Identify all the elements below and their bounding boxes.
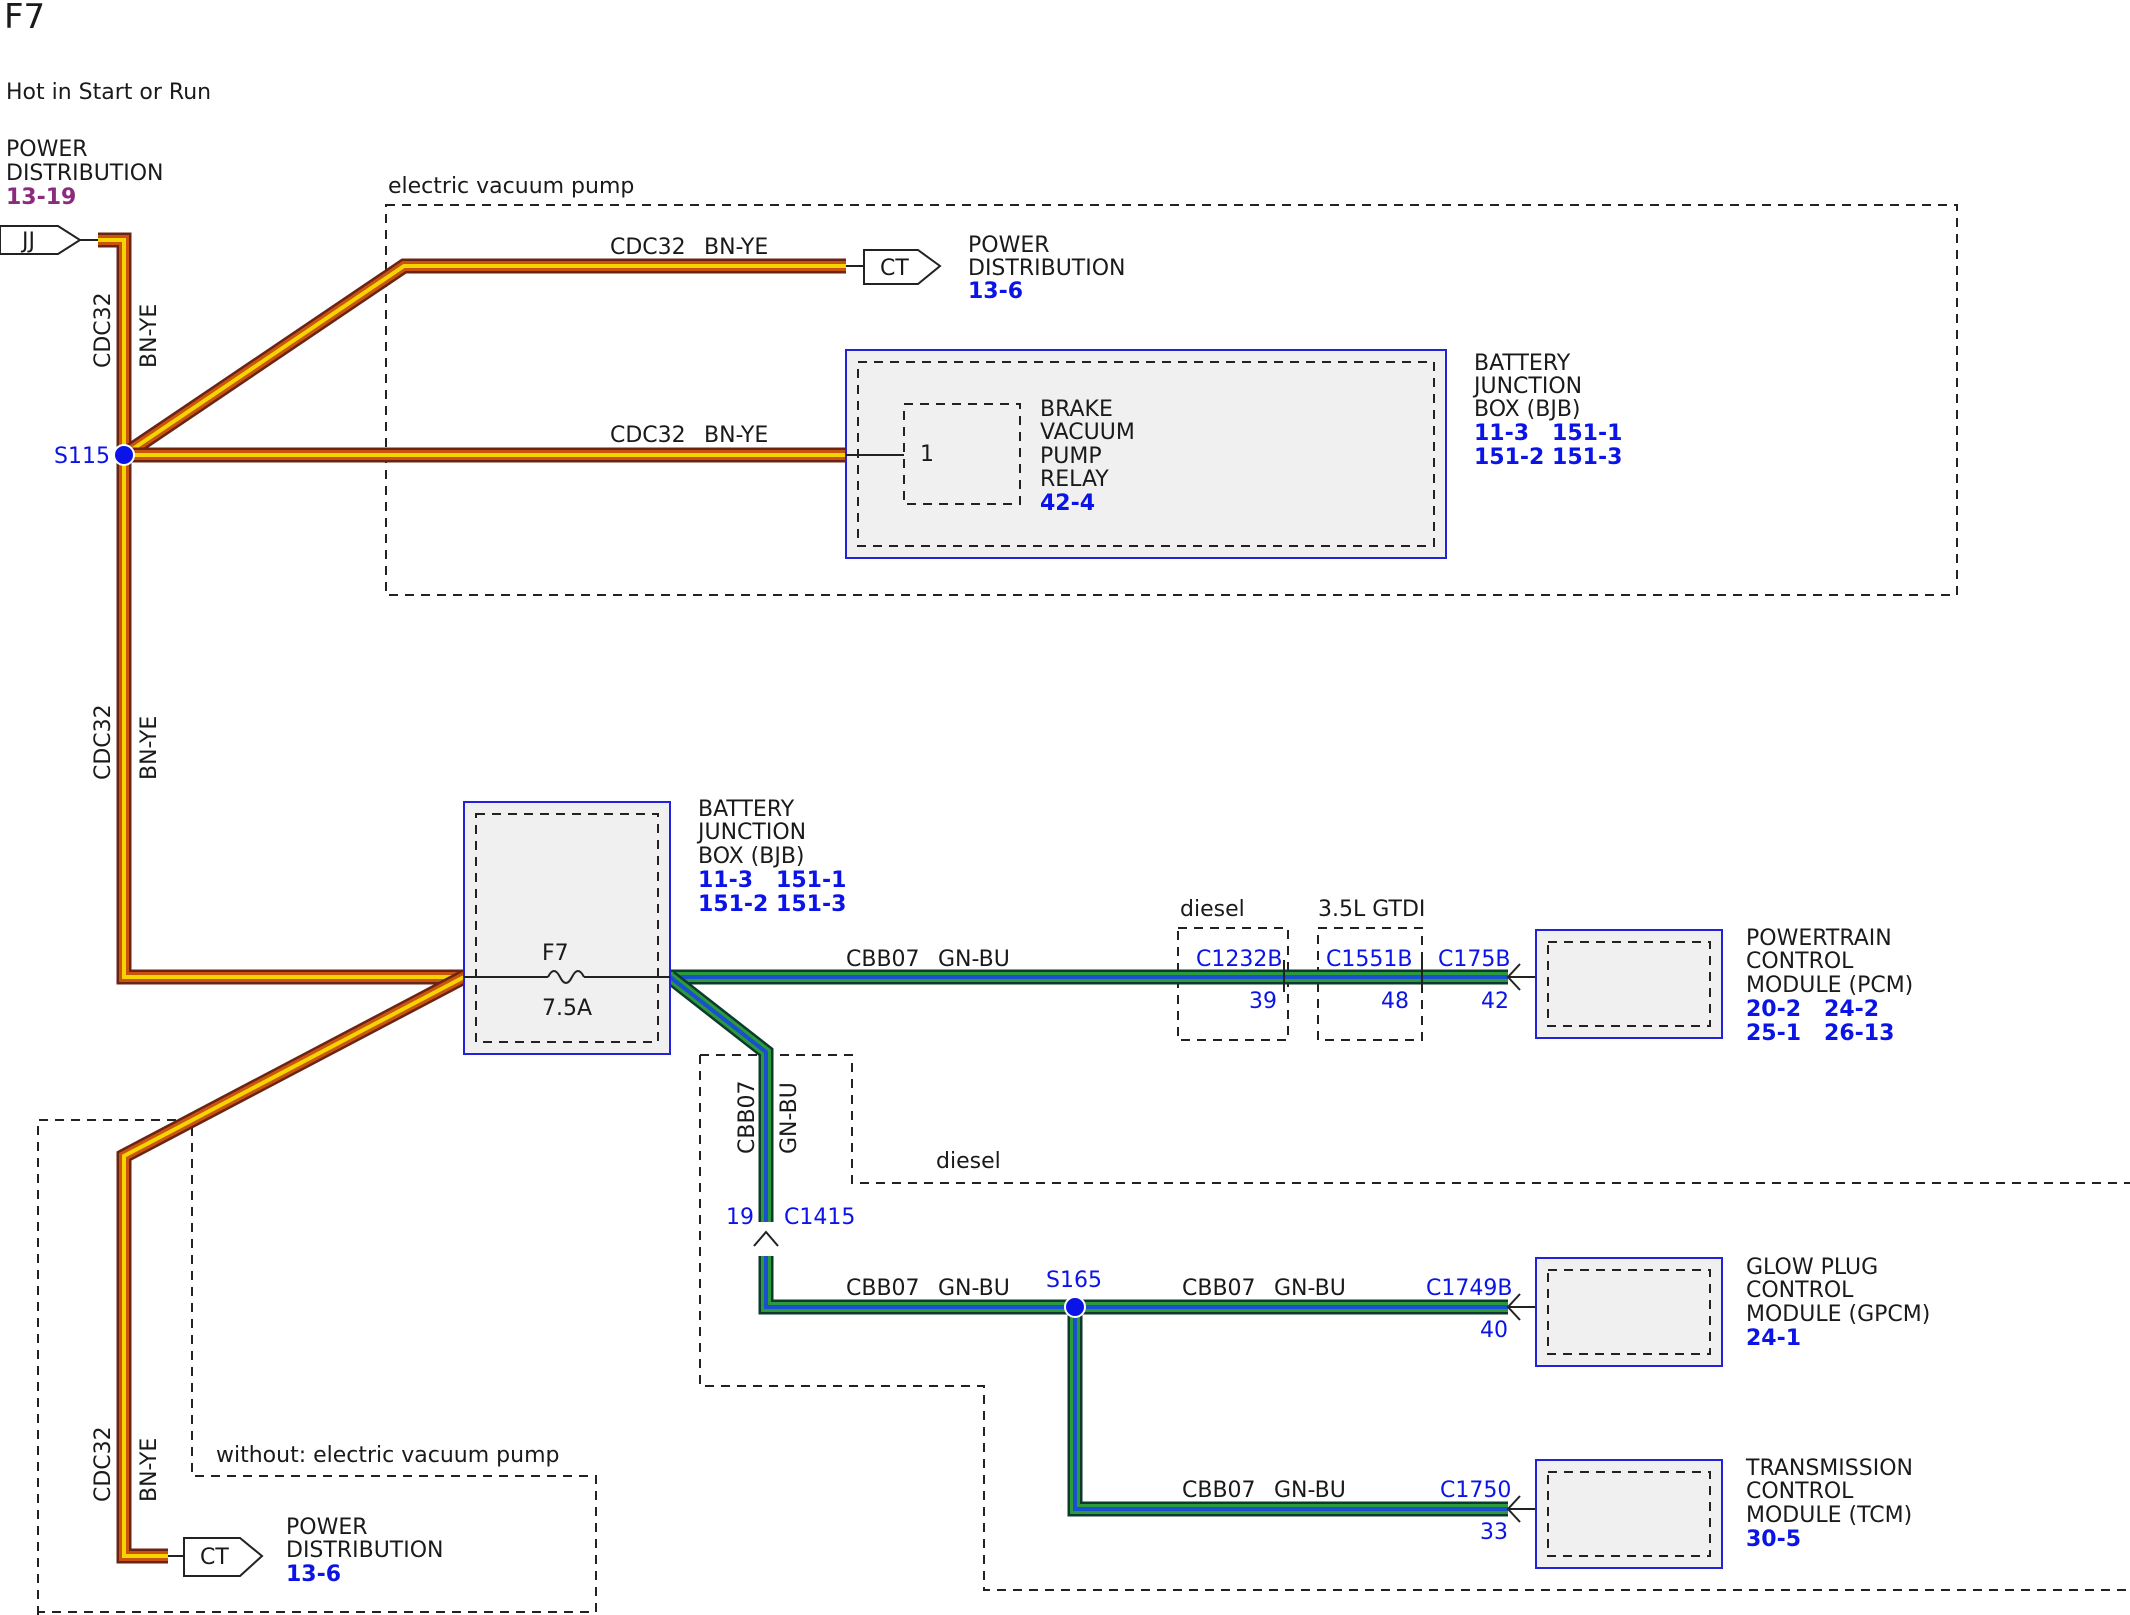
bjb-fuse-line3: BOX (BJB): [698, 844, 805, 869]
relay-label-line4: RELAY: [1040, 467, 1109, 492]
ct-bottom-ref[interactable]: 13-6: [286, 1562, 341, 1587]
label-electric-vacuum-pump: electric vacuum pump: [388, 174, 634, 199]
connector-jj-icon[interactable]: [0, 225, 82, 255]
bjb-fuse-line1: BATTERY: [698, 797, 795, 822]
bjb-fuse-refs-row1[interactable]: 11-3 151-1: [698, 868, 846, 893]
wire-label-bnye-ct-top: BN-YE: [704, 235, 768, 260]
wire-label-gnbu-s165: GN-BU: [938, 1276, 1010, 1301]
wire-label-bnye-relay: BN-YE: [704, 423, 768, 448]
connector-c1415-icon[interactable]: [753, 1230, 779, 1247]
tcm-module[interactable]: [1535, 1459, 1723, 1569]
pcm-refs-row1[interactable]: 20-2 24-2: [1746, 997, 1879, 1022]
wire-label-cdc32-bottom: CDC32: [91, 1426, 116, 1502]
pcm-module[interactable]: [1535, 929, 1723, 1039]
wire-label-cbb07-s165: CBB07: [846, 1276, 920, 1301]
pcm-connector-arrow-icon: [1506, 963, 1536, 991]
wire-label-cbb07-tcm: CBB07: [1182, 1478, 1256, 1503]
relay-label-line3: PUMP: [1040, 444, 1102, 469]
ct-top-connector-label: CT: [880, 256, 909, 281]
connector-c1232b-label: C1232B: [1196, 947, 1282, 972]
connector-c1232b-pin: 39: [1249, 989, 1277, 1014]
label-without-evp: without: electric vacuum pump: [216, 1443, 559, 1468]
pcm-line3: MODULE (PCM): [1746, 973, 1913, 998]
relay-label-line1: BRAKE: [1040, 397, 1113, 422]
tcm-line2: CONTROL: [1746, 1479, 1854, 1504]
bjb-fuse-line2: JUNCTION: [696, 820, 806, 845]
connector-c1749b-pin: 40: [1480, 1318, 1508, 1343]
ct-top-line2: DISTRIBUTION: [968, 256, 1126, 281]
label-gtdi: 3.5L GTDI: [1318, 897, 1425, 922]
wiring-diagram: F7 Hot in Start or Run electric vacuum p…: [0, 0, 2130, 1615]
wire-label-cdc32-ct-top: CDC32: [610, 235, 686, 260]
wire-cbb07-gn-bu: [665, 969, 1508, 1517]
pcm-line1: POWERTRAIN: [1746, 926, 1892, 951]
bjb-relay-refs-row2[interactable]: 151-2 151-3: [1474, 445, 1622, 470]
source-label-line1: POWER: [6, 137, 88, 162]
connector-jj-label: JJ: [20, 229, 35, 254]
gpcm-ref[interactable]: 24-1: [1746, 1326, 1801, 1351]
label-diesel-region: diesel: [936, 1149, 1001, 1174]
tcm-ref[interactable]: 30-5: [1746, 1527, 1801, 1552]
diagram-subtitle: Hot in Start or Run: [6, 80, 211, 105]
tcm-line1: TRANSMISSION: [1745, 1456, 1913, 1481]
bjb-relay-line2: JUNCTION: [1472, 374, 1582, 399]
wire-label-cbb07-pcm: CBB07: [846, 947, 920, 972]
connector-c1551b-label: C1551B: [1326, 947, 1412, 972]
ct-bottom-line2: DISTRIBUTION: [286, 1538, 444, 1563]
wire-label-cbb07-gpcm: CBB07: [1182, 1276, 1256, 1301]
connector-c1415-pin: 19: [726, 1205, 754, 1230]
wire-label-gnbu-pcm: GN-BU: [938, 947, 1010, 972]
region-diesel-top: [700, 1054, 2130, 1184]
gpcm-line3: MODULE (GPCM): [1746, 1302, 1930, 1327]
pcm-line2: CONTROL: [1746, 949, 1854, 974]
relay-pin-number: 1: [920, 442, 934, 467]
ct-bottom-line1: POWER: [286, 1515, 368, 1540]
wire-label-gnbu-tcm: GN-BU: [1274, 1478, 1346, 1503]
bjb-fuse-refs-row2[interactable]: 151-2 151-3: [698, 892, 846, 917]
splice-s165-icon[interactable]: [1064, 1296, 1086, 1318]
gpcm-line2: CONTROL: [1746, 1278, 1854, 1303]
wire-label-cdc32-relay: CDC32: [610, 423, 686, 448]
bjb-relay-refs-row1[interactable]: 11-3 151-1: [1474, 421, 1622, 446]
connector-c175b-pin: 42: [1481, 989, 1509, 1014]
diagram-title: F7: [4, 0, 45, 37]
tcm-connector-arrow-icon: [1506, 1495, 1536, 1523]
wire-label-bnye-top: BN-YE: [137, 304, 162, 368]
connector-c1749b-label: C1749B: [1426, 1276, 1512, 1301]
relay-ref[interactable]: 42-4: [1040, 491, 1095, 516]
bjb-relay-line1: BATTERY: [1474, 351, 1571, 376]
splice-s115-label: S115: [54, 444, 110, 469]
connector-c1551b-pin: 48: [1381, 989, 1409, 1014]
gpcm-module[interactable]: [1535, 1257, 1723, 1367]
bjb-relay-module[interactable]: [845, 349, 1447, 559]
wire-label-cdc32-top: CDC32: [91, 292, 116, 368]
fuse-rating: 7.5A: [542, 996, 592, 1021]
bjb-relay-line3: BOX (BJB): [1474, 397, 1581, 422]
source-label-line2: DISTRIBUTION: [6, 161, 164, 186]
ct-top-ref[interactable]: 13-6: [968, 279, 1023, 304]
wire-label-gnbu-vertical: GN-BU: [777, 1082, 802, 1154]
gpcm-line1: GLOW PLUG: [1746, 1255, 1878, 1280]
tcm-line3: MODULE (TCM): [1746, 1503, 1912, 1528]
splice-s165-label: S165: [1046, 1268, 1102, 1293]
wire-label-cdc32-mid: CDC32: [91, 704, 116, 780]
ct-top-line1: POWER: [968, 233, 1050, 258]
fuse-name: F7: [542, 941, 569, 966]
source-ref[interactable]: 13-19: [6, 185, 76, 210]
relay-label-line2: VACUUM: [1040, 420, 1135, 445]
connector-c1750-label: C1750: [1440, 1478, 1511, 1503]
connector-c1750-pin: 33: [1480, 1520, 1508, 1545]
wire-label-bnye-mid: BN-YE: [137, 716, 162, 780]
wire-label-gnbu-gpcm: GN-BU: [1274, 1276, 1346, 1301]
connector-c175b-label: C175B: [1438, 947, 1510, 972]
wire-label-bnye-bottom: BN-YE: [137, 1438, 162, 1502]
splice-s115-icon[interactable]: [113, 444, 135, 466]
connector-c1415-label: C1415: [784, 1205, 855, 1230]
ct-bottom-connector-label: CT: [200, 1545, 229, 1570]
label-diesel: diesel: [1180, 897, 1245, 922]
pcm-refs-row2[interactable]: 25-1 26-13: [1746, 1021, 1894, 1046]
wire-cdc32-to-ct-bottom-stripe-1: [119, 972, 467, 1561]
wire-label-cbb07-vertical: CBB07: [735, 1080, 760, 1154]
